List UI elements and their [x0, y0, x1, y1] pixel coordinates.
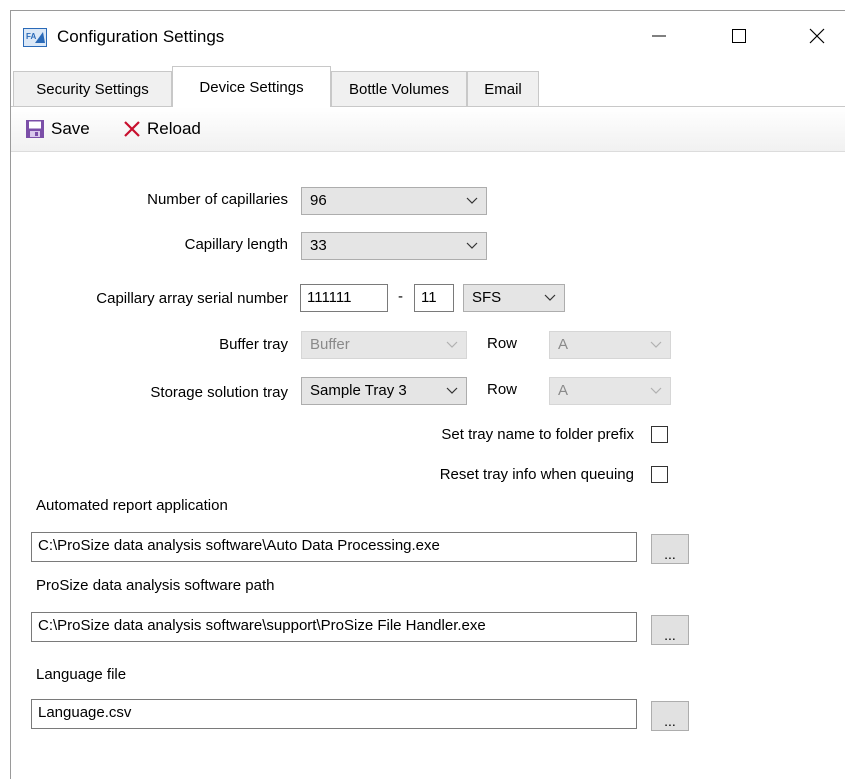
save-icon: [26, 120, 44, 138]
buffer-row-dropdown[interactable]: A: [549, 331, 671, 359]
storage-tray-value: Sample Tray 3: [310, 382, 407, 399]
language-file-value: Language.csv: [38, 704, 132, 721]
storage-row-dropdown[interactable]: A: [549, 377, 671, 405]
minimize-icon: [652, 35, 666, 37]
save-button[interactable]: Save: [25, 107, 90, 151]
window-title: Configuration Settings: [57, 27, 225, 46]
reload-button[interactable]: Reload: [123, 107, 201, 151]
serial-suffix-dropdown[interactable]: SFS: [463, 284, 565, 312]
buffer-row-value: A: [558, 336, 569, 353]
serial-part2-value: 11: [421, 289, 437, 306]
prosize-path-label: ProSize data analysis software path: [36, 577, 275, 594]
maximize-icon: [732, 29, 746, 43]
maximize-button[interactable]: [711, 11, 767, 61]
tab-security-settings[interactable]: Security Settings: [13, 71, 172, 106]
report-app-browse-button[interactable]: ...: [651, 534, 689, 564]
storage-row-label: Row: [487, 381, 518, 398]
configuration-settings-window: FA Configuration Settings Security Setti…: [10, 10, 845, 779]
serial-number-label: Capillary array serial number: [96, 290, 288, 307]
app-icon: FA: [23, 28, 47, 47]
capillary-length-label: Capillary length: [184, 236, 288, 253]
set-tray-name-label: Set tray name to folder prefix: [441, 426, 634, 443]
svg-text:FA: FA: [26, 32, 36, 41]
save-label: Save: [51, 119, 90, 138]
prosize-path-browse-button[interactable]: ...: [651, 615, 689, 645]
reset-tray-info-checkbox[interactable]: [651, 466, 668, 483]
serial-part1-input[interactable]: 111111: [300, 284, 388, 312]
serial-separator: -: [398, 288, 403, 305]
buffer-row-label: Row: [487, 335, 518, 352]
chevron-down-icon: [544, 294, 556, 301]
serial-part2-input[interactable]: 11: [414, 284, 454, 312]
serial-part1-value: 111111: [307, 289, 352, 306]
tab-email[interactable]: Email: [467, 71, 539, 106]
num-capillaries-label: Number of capillaries: [147, 191, 288, 208]
tab-strip: Security Settings Device Settings Bottle…: [11, 61, 845, 107]
num-capillaries-value: 96: [310, 192, 327, 209]
chevron-down-icon: [650, 341, 662, 348]
minimize-button[interactable]: [631, 11, 687, 61]
set-tray-name-checkbox[interactable]: [651, 426, 668, 443]
title-bar[interactable]: FA Configuration Settings: [11, 11, 845, 61]
report-app-input[interactable]: C:\ProSize data analysis software\Auto D…: [31, 532, 637, 562]
language-file-browse-button[interactable]: ...: [651, 701, 689, 731]
prosize-path-value: C:\ProSize data analysis software\suppor…: [38, 617, 486, 634]
chevron-down-icon: [650, 387, 662, 394]
storage-tray-label: Storage solution tray: [150, 384, 288, 401]
capillary-length-dropdown[interactable]: 33: [301, 232, 487, 260]
serial-suffix-value: SFS: [472, 289, 502, 306]
report-app-value: C:\ProSize data analysis software\Auto D…: [38, 537, 440, 554]
buffer-tray-dropdown[interactable]: Buffer: [301, 331, 467, 359]
reload-label: Reload: [147, 119, 201, 138]
language-file-input[interactable]: Language.csv: [31, 699, 637, 729]
tab-device-settings[interactable]: Device Settings: [172, 66, 331, 107]
close-button[interactable]: [789, 11, 845, 61]
language-file-label: Language file: [36, 666, 127, 683]
storage-row-value: A: [558, 382, 569, 399]
chevron-down-icon: [466, 242, 478, 249]
tab-bottle-volumes[interactable]: Bottle Volumes: [331, 71, 467, 106]
num-capillaries-dropdown[interactable]: 96: [301, 187, 487, 215]
reset-tray-info-label: Reset tray info when queuing: [439, 466, 634, 483]
report-app-label: Automated report application: [36, 497, 228, 514]
close-icon: [809, 28, 825, 44]
toolbar: Save Reload: [11, 107, 845, 152]
buffer-tray-value: Buffer: [310, 336, 350, 353]
storage-tray-dropdown[interactable]: Sample Tray 3: [301, 377, 467, 405]
reload-x-icon: [124, 121, 140, 137]
chevron-down-icon: [446, 387, 458, 394]
prosize-path-input[interactable]: C:\ProSize data analysis software\suppor…: [31, 612, 637, 642]
capillary-length-value: 33: [310, 237, 327, 254]
chevron-down-icon: [446, 341, 458, 348]
buffer-tray-label: Buffer tray: [219, 336, 288, 353]
chevron-down-icon: [466, 197, 478, 204]
